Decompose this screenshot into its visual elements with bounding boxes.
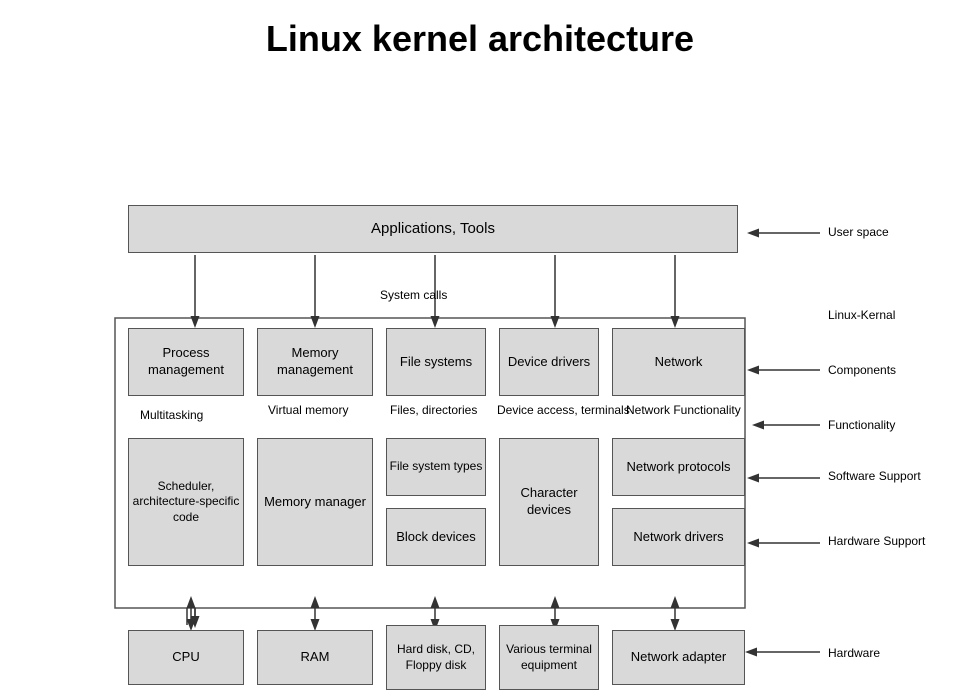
terminal-box: Various terminal equipment — [499, 625, 599, 690]
network-func-label: Network Functionality — [626, 402, 741, 419]
harddisk-box: Hard disk, CD, Floppy disk — [386, 625, 486, 690]
scheduler-box: Scheduler, architecture-specific code — [128, 438, 244, 566]
memory-manager-box: Memory manager — [257, 438, 373, 566]
file-systems-box: File systems — [386, 328, 486, 396]
net-protocols-box: Network protocols — [612, 438, 745, 496]
net-adapter-box: Network adapter — [612, 630, 745, 685]
applications-box: Applications, Tools — [128, 205, 738, 253]
network-box: Network — [612, 328, 745, 396]
linux-kernel-label: Linux-Kernal — [828, 308, 895, 322]
hardware-label: Hardware — [828, 646, 880, 660]
software-support-label: Software Support — [828, 468, 921, 485]
user-space-label: User space — [828, 225, 889, 239]
memory-mgmt-box: Memory management — [257, 328, 373, 396]
files-dirs-label: Files, directories — [390, 402, 477, 419]
ram-box: RAM — [257, 630, 373, 685]
net-drivers-box: Network drivers — [612, 508, 745, 566]
process-mgmt-box: Process management — [128, 328, 244, 396]
components-label: Components — [828, 363, 896, 377]
device-drivers-box: Device drivers — [499, 328, 599, 396]
page-title: Linux kernel architecture — [0, 0, 960, 70]
multitasking-label: Multitasking — [140, 408, 203, 422]
block-devices-box: Block devices — [386, 508, 486, 566]
virtual-memory-label: Virtual memory — [268, 402, 348, 419]
char-devices-box: Character devices — [499, 438, 599, 566]
functionality-label: Functionality — [828, 418, 895, 432]
cpu-box: CPU — [128, 630, 244, 685]
device-access-label: Device access, terminals — [497, 402, 630, 419]
fs-types-box: File system types — [386, 438, 486, 496]
system-calls-label: System calls — [380, 288, 447, 302]
hardware-support-label: Hardware Support — [828, 533, 925, 550]
